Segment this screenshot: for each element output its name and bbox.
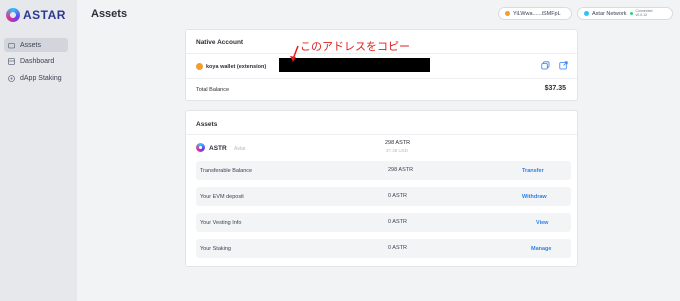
sidebar-item-assets[interactable]: Assets <box>4 38 68 52</box>
sidebar-item-dashboard[interactable]: Dashboard <box>4 55 68 69</box>
account-name: koya wallet (extension) <box>206 64 267 70</box>
token-usd: 37.35 USD <box>386 148 409 153</box>
network-icon <box>584 11 589 16</box>
row-value: 0 ASTR <box>388 219 407 225</box>
annotation-text: このアドレスをコピー <box>300 40 410 53</box>
dashboard-icon <box>8 58 15 65</box>
view-button[interactable]: View <box>536 220 548 226</box>
sidebar-nav: Assets Dashboard dApp Staking <box>4 38 68 88</box>
divider <box>186 134 577 135</box>
total-balance-label: Total Balance <box>196 87 230 93</box>
network-block: v0.0.12 <box>635 12 648 17</box>
astar-logo-icon <box>6 8 20 22</box>
astar-token-icon <box>196 143 205 152</box>
row-label: Transferable Balance <box>200 168 253 174</box>
token-name: Astar <box>234 146 246 152</box>
wallet-selector[interactable]: YiLWwa......iSMFpL <box>498 7 572 20</box>
transfer-button[interactable]: Transfer <box>522 168 544 174</box>
staking-icon <box>8 74 15 82</box>
divider <box>186 78 577 79</box>
logo-text: ASTAR <box>23 8 66 22</box>
network-selector[interactable]: Astar Network Connected v0.0.12 <box>577 7 673 20</box>
wallet-icon <box>505 11 510 16</box>
asset-row-vesting: Your Vesting Info 0 ASTR View <box>196 213 571 232</box>
connected-indicator-icon <box>629 12 633 15</box>
wallet-icon <box>8 42 15 49</box>
total-balance-value: $37.35 <box>544 85 566 92</box>
withdraw-button[interactable]: Withdraw <box>522 194 547 200</box>
row-label: Your Staking <box>200 246 231 252</box>
token-amount: 298 ASTR <box>385 140 411 146</box>
external-link-icon[interactable] <box>559 61 568 70</box>
row-value: 0 ASTR <box>388 245 407 251</box>
sidebar-item-label: Assets <box>20 41 42 49</box>
asset-row-transferable: Transferable Balance 298 ASTR Transfer <box>196 161 571 180</box>
row-label: Your EVM deposit <box>200 194 244 200</box>
row-label: Your Vesting Info <box>200 220 242 226</box>
token-symbol: ASTR <box>209 145 227 152</box>
sidebar: ASTAR Assets Dashboard dApp Staking <box>0 0 77 301</box>
manage-button[interactable]: Manage <box>531 246 551 252</box>
asset-row-evm-deposit: Your EVM deposit 0 ASTR Withdraw <box>196 187 571 206</box>
account-icon <box>196 63 203 70</box>
sidebar-item-label: Dashboard <box>20 58 55 65</box>
astar-logo[interactable]: ASTAR <box>6 8 66 22</box>
network-name: Astar Network <box>592 10 627 17</box>
copy-icon[interactable] <box>541 61 550 70</box>
sidebar-item-label: dApp Staking <box>20 74 62 82</box>
assets-card: Assets ASTR Astar 298 ASTR 37.35 USD Tra… <box>185 110 578 267</box>
network-status: Connected v0.0.12 <box>635 9 653 17</box>
page-title: Assets <box>91 8 128 20</box>
row-value: 0 ASTR <box>388 193 407 199</box>
native-account-title: Native Account <box>196 39 244 46</box>
assets-title: Assets <box>196 121 218 128</box>
wallet-address: YiLWwa......iSMFpL <box>513 10 561 17</box>
sidebar-item-dapp-staking[interactable]: dApp Staking <box>4 71 68 85</box>
asset-row-staking: Your Staking 0 ASTR Manage <box>196 239 571 258</box>
row-value: 298 ASTR <box>388 167 414 173</box>
